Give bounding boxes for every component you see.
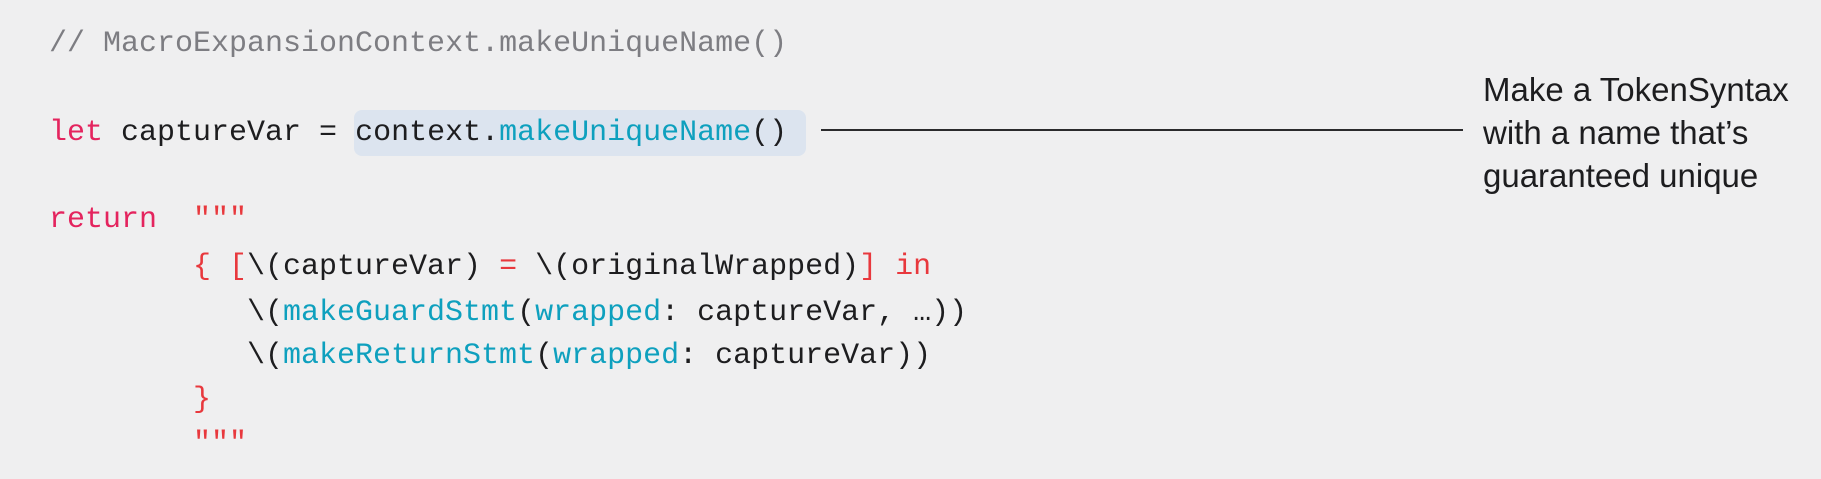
code-token-plain: \( <box>247 339 284 373</box>
code-line: let captureVar = context.makeUniqueName(… <box>49 111 787 155</box>
code-token-string: """ <box>193 203 248 237</box>
code-token-func: makeGuardStmt <box>283 296 518 330</box>
code-token-plain: ( <box>535 339 554 373</box>
code-line: } <box>49 378 211 422</box>
code-token-string: """ <box>193 427 248 461</box>
annotation-line: guaranteed unique <box>1483 157 1759 194</box>
code-token-func: makeReturnStmt <box>283 339 536 373</box>
code-line: { [\(captureVar) = \(originalWrapped)] i… <box>49 245 931 289</box>
code-token-comment: // MacroExpansionContext.makeUniqueName(… <box>49 27 788 61</box>
code-token-plain: context. <box>355 116 500 150</box>
code-token-plain: \( <box>247 296 284 330</box>
code-line: // MacroExpansionContext.makeUniqueName(… <box>49 22 787 66</box>
code-token-func: wrapped <box>535 296 662 330</box>
callout-annotation: Make a TokenSyntax with a name that’s gu… <box>1483 68 1789 197</box>
code-token-string: { [ <box>193 250 248 284</box>
code-token-keyword: return <box>49 203 158 237</box>
code-token-plain: : captureVar)) <box>679 339 932 373</box>
code-token-plain: () <box>751 116 788 150</box>
code-line: """ <box>49 422 247 466</box>
code-token-plain: captureVar = <box>103 116 356 150</box>
code-token-string: ] in <box>859 250 932 284</box>
code-token-plain: \(originalWrapped) <box>535 250 860 284</box>
code-line: \(makeReturnStmt(wrapped: captureVar)) <box>49 334 931 378</box>
callout-connector-line <box>821 129 1463 131</box>
code-line: return """ <box>49 198 247 242</box>
code-token-keyword: let <box>49 116 104 150</box>
annotation-line: with a name that’s <box>1483 114 1749 151</box>
code-token-plain: ( <box>517 296 536 330</box>
code-token-func: makeUniqueName <box>499 116 752 150</box>
code-line: \(makeGuardStmt(wrapped: captureVar, …)) <box>49 291 967 335</box>
code-token-string: } <box>193 383 212 417</box>
code-token-string: = <box>481 250 536 284</box>
code-token-plain: : captureVar, …)) <box>661 296 968 330</box>
code-token-plain: \(captureVar) <box>247 250 482 284</box>
code-token-func: wrapped <box>553 339 680 373</box>
annotation-line: Make a TokenSyntax <box>1483 71 1789 108</box>
